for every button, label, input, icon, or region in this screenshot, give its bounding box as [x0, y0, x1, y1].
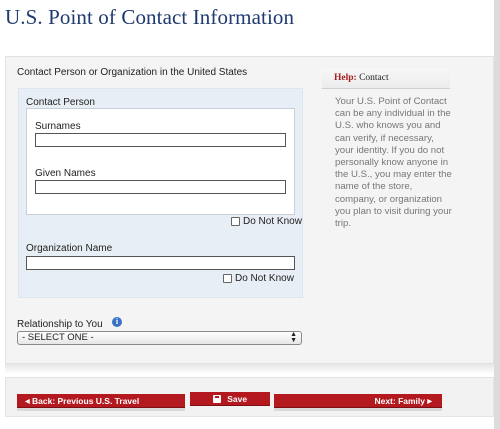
- next-button[interactable]: Next: Family ▶: [274, 394, 442, 408]
- do-not-know-checkbox[interactable]: [231, 217, 240, 226]
- next-button-label: Next: Family: [374, 396, 425, 406]
- back-button[interactable]: ◀ Back: Previous U.S. Travel: [17, 394, 185, 408]
- window-edge: [494, 0, 500, 429]
- given-names-input[interactable]: [35, 180, 286, 194]
- help-title: Help: Contact: [334, 73, 389, 83]
- given-names-label: Given Names: [35, 168, 96, 179]
- save-button[interactable]: Save: [190, 392, 270, 406]
- save-button-label: Save: [227, 394, 248, 404]
- disk-icon: [212, 395, 221, 403]
- do-not-know-label: Do Not Know: [243, 216, 302, 227]
- surnames-label: Surnames: [35, 121, 81, 132]
- org-do-not-know-label: Do Not Know: [235, 273, 294, 284]
- organization-name-input[interactable]: [26, 256, 295, 270]
- help-prefix: Help:: [334, 73, 357, 83]
- select-arrows-icon: ▲ ▼: [290, 331, 297, 344]
- relationship-select[interactable]: - SELECT ONE - ▲ ▼: [17, 331, 302, 345]
- back-button-shadow: [17, 408, 185, 411]
- next-button-shadow: [274, 408, 442, 411]
- section-label: Contact Person or Organization in the Un…: [17, 67, 248, 78]
- back-arrow-icon: ◀: [25, 399, 30, 405]
- divider: [5, 364, 494, 374]
- organization-name-label: Organization Name: [26, 243, 113, 254]
- back-button-label: Back: Previous U.S. Travel: [32, 396, 140, 406]
- surnames-input[interactable]: [35, 133, 286, 147]
- relationship-label: Relationship to You: [17, 319, 103, 330]
- org-do-not-know-checkbox[interactable]: [223, 274, 232, 283]
- page-title: U.S. Point of Contact Information: [5, 5, 295, 29]
- next-arrow-icon: ▶: [427, 399, 432, 405]
- help-text: Your U.S. Point of Contact can be any in…: [335, 96, 452, 230]
- help-topic: Contact: [359, 73, 389, 83]
- info-icon[interactable]: i: [112, 317, 122, 327]
- relationship-selected-value: - SELECT ONE -: [22, 332, 94, 343]
- contact-person-label: Contact Person: [26, 97, 95, 108]
